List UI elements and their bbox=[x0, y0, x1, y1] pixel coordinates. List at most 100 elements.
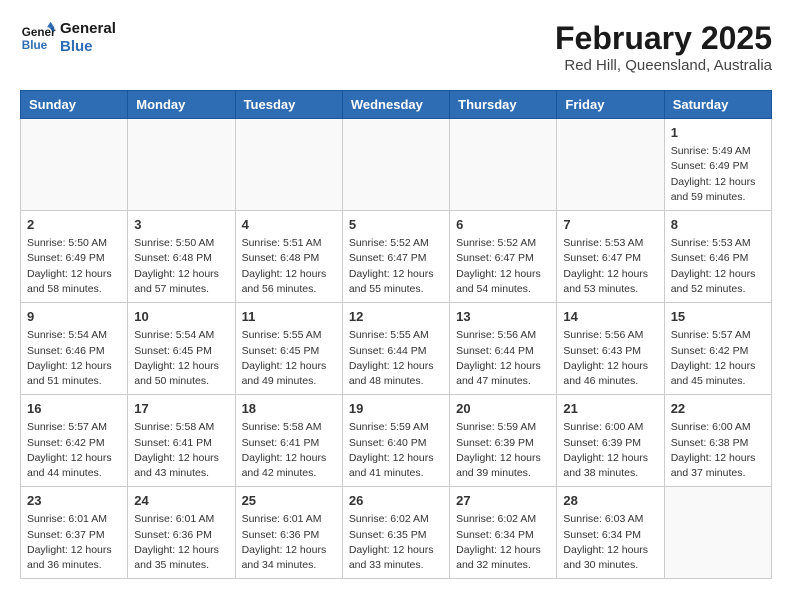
col-sunday: Sunday bbox=[21, 91, 128, 119]
table-row: 20 Sunrise: 5:59 AM Sunset: 6:39 PM Dayli… bbox=[450, 395, 557, 487]
day-info: Sunrise: 5:59 AM Sunset: 6:39 PM Dayligh… bbox=[456, 420, 550, 481]
day-info: Sunrise: 5:57 AM Sunset: 6:42 PM Dayligh… bbox=[27, 420, 121, 481]
table-row bbox=[664, 487, 771, 579]
day-info: Sunrise: 6:02 AM Sunset: 6:35 PM Dayligh… bbox=[349, 512, 443, 573]
day-number: 11 bbox=[242, 308, 336, 326]
day-number: 13 bbox=[456, 308, 550, 326]
location: Red Hill, Queensland, Australia bbox=[555, 57, 772, 74]
col-thursday: Thursday bbox=[450, 91, 557, 119]
calendar-header-row: Sunday Monday Tuesday Wednesday Thursday… bbox=[21, 91, 772, 119]
calendar-week-row: 9 Sunrise: 5:54 AM Sunset: 6:46 PM Daylig… bbox=[21, 303, 772, 395]
day-number: 8 bbox=[671, 216, 765, 234]
calendar-table: Sunday Monday Tuesday Wednesday Thursday… bbox=[20, 90, 772, 579]
table-row: 25 Sunrise: 6:01 AM Sunset: 6:36 PM Dayli… bbox=[235, 487, 342, 579]
table-row bbox=[557, 119, 664, 211]
day-number: 18 bbox=[242, 400, 336, 418]
table-row: 10Sunrise: 5:54 AM Sunset: 6:45 PM Dayli… bbox=[128, 303, 235, 395]
day-info: Sunrise: 5:53 AM Sunset: 6:46 PM Dayligh… bbox=[671, 236, 765, 297]
day-info: Sunrise: 6:01 AM Sunset: 6:36 PM Dayligh… bbox=[242, 512, 336, 573]
table-row: 2 Sunrise: 5:50 AM Sunset: 6:49 PM Daylig… bbox=[21, 211, 128, 303]
calendar-week-row: 16 Sunrise: 5:57 AM Sunset: 6:42 PM Dayli… bbox=[21, 395, 772, 487]
table-row: 1 Sunrise: 5:49 AM Sunset: 6:49 PM Daylig… bbox=[664, 119, 771, 211]
day-info: Sunrise: 5:56 AM Sunset: 6:44 PM Dayligh… bbox=[456, 328, 550, 389]
day-number: 26 bbox=[349, 492, 443, 510]
page-header: General Blue General Blue February 2025 … bbox=[20, 20, 772, 74]
day-number: 28 bbox=[563, 492, 657, 510]
title-area: February 2025 Red Hill, Queensland, Aust… bbox=[555, 20, 772, 74]
day-info: Sunrise: 5:51 AM Sunset: 6:48 PM Dayligh… bbox=[242, 236, 336, 297]
table-row: 26 Sunrise: 6:02 AM Sunset: 6:35 PM Dayli… bbox=[342, 487, 449, 579]
col-wednesday: Wednesday bbox=[342, 91, 449, 119]
day-info: Sunrise: 6:01 AM Sunset: 6:37 PM Dayligh… bbox=[27, 512, 121, 573]
day-number: 23 bbox=[27, 492, 121, 510]
table-row: 11Sunrise: 5:55 AM Sunset: 6:45 PM Dayli… bbox=[235, 303, 342, 395]
table-row bbox=[21, 119, 128, 211]
table-row: 9 Sunrise: 5:54 AM Sunset: 6:46 PM Daylig… bbox=[21, 303, 128, 395]
day-info: Sunrise: 6:01 AM Sunset: 6:36 PM Dayligh… bbox=[134, 512, 228, 573]
table-row: 27Sunrise: 6:02 AM Sunset: 6:34 PM Dayli… bbox=[450, 487, 557, 579]
day-number: 7 bbox=[563, 216, 657, 234]
table-row: 19Sunrise: 5:59 AM Sunset: 6:40 PM Dayli… bbox=[342, 395, 449, 487]
day-info: Sunrise: 5:57 AM Sunset: 6:42 PM Dayligh… bbox=[671, 328, 765, 389]
table-row: 16 Sunrise: 5:57 AM Sunset: 6:42 PM Dayli… bbox=[21, 395, 128, 487]
day-info: Sunrise: 5:54 AM Sunset: 6:46 PM Dayligh… bbox=[27, 328, 121, 389]
calendar-week-row: 23 Sunrise: 6:01 AM Sunset: 6:37 PM Dayli… bbox=[21, 487, 772, 579]
day-info: Sunrise: 5:49 AM Sunset: 6:49 PM Dayligh… bbox=[671, 144, 765, 205]
calendar-week-row: 2 Sunrise: 5:50 AM Sunset: 6:49 PM Daylig… bbox=[21, 211, 772, 303]
table-row: 21Sunrise: 6:00 AM Sunset: 6:39 PM Dayli… bbox=[557, 395, 664, 487]
logo-general: General bbox=[60, 20, 116, 38]
table-row: 14 Sunrise: 5:56 AM Sunset: 6:43 PM Dayli… bbox=[557, 303, 664, 395]
day-number: 15 bbox=[671, 308, 765, 326]
day-info: Sunrise: 6:02 AM Sunset: 6:34 PM Dayligh… bbox=[456, 512, 550, 573]
col-tuesday: Tuesday bbox=[235, 91, 342, 119]
day-info: Sunrise: 5:58 AM Sunset: 6:41 PM Dayligh… bbox=[242, 420, 336, 481]
day-info: Sunrise: 5:50 AM Sunset: 6:49 PM Dayligh… bbox=[27, 236, 121, 297]
day-number: 9 bbox=[27, 308, 121, 326]
table-row bbox=[235, 119, 342, 211]
day-number: 10 bbox=[134, 308, 228, 326]
table-row: 3 Sunrise: 5:50 AM Sunset: 6:48 PM Daylig… bbox=[128, 211, 235, 303]
day-number: 1 bbox=[671, 124, 765, 142]
day-info: Sunrise: 5:59 AM Sunset: 6:40 PM Dayligh… bbox=[349, 420, 443, 481]
day-info: Sunrise: 5:56 AM Sunset: 6:43 PM Dayligh… bbox=[563, 328, 657, 389]
table-row: 23 Sunrise: 6:01 AM Sunset: 6:37 PM Dayli… bbox=[21, 487, 128, 579]
col-monday: Monday bbox=[128, 91, 235, 119]
day-number: 2 bbox=[27, 216, 121, 234]
table-row: 4 Sunrise: 5:51 AM Sunset: 6:48 PM Daylig… bbox=[235, 211, 342, 303]
day-info: Sunrise: 5:55 AM Sunset: 6:44 PM Dayligh… bbox=[349, 328, 443, 389]
day-number: 16 bbox=[27, 400, 121, 418]
day-number: 4 bbox=[242, 216, 336, 234]
day-number: 12 bbox=[349, 308, 443, 326]
day-info: Sunrise: 6:00 AM Sunset: 6:39 PM Dayligh… bbox=[563, 420, 657, 481]
table-row: 8 Sunrise: 5:53 AM Sunset: 6:46 PM Daylig… bbox=[664, 211, 771, 303]
day-info: Sunrise: 5:52 AM Sunset: 6:47 PM Dayligh… bbox=[456, 236, 550, 297]
col-saturday: Saturday bbox=[664, 91, 771, 119]
logo-blue: Blue bbox=[60, 38, 116, 56]
day-number: 20 bbox=[456, 400, 550, 418]
day-info: Sunrise: 5:52 AM Sunset: 6:47 PM Dayligh… bbox=[349, 236, 443, 297]
logo: General Blue General Blue bbox=[20, 20, 116, 56]
table-row: 15 Sunrise: 5:57 AM Sunset: 6:42 PM Dayli… bbox=[664, 303, 771, 395]
day-number: 6 bbox=[456, 216, 550, 234]
table-row bbox=[128, 119, 235, 211]
day-number: 14 bbox=[563, 308, 657, 326]
table-row: 24 Sunrise: 6:01 AM Sunset: 6:36 PM Dayli… bbox=[128, 487, 235, 579]
svg-text:Blue: Blue bbox=[22, 39, 48, 52]
day-number: 17 bbox=[134, 400, 228, 418]
day-number: 3 bbox=[134, 216, 228, 234]
day-info: Sunrise: 5:58 AM Sunset: 6:41 PM Dayligh… bbox=[134, 420, 228, 481]
day-number: 24 bbox=[134, 492, 228, 510]
logo-icon: General Blue bbox=[20, 20, 56, 56]
day-info: Sunrise: 5:53 AM Sunset: 6:47 PM Dayligh… bbox=[563, 236, 657, 297]
table-row: 12 Sunrise: 5:55 AM Sunset: 6:44 PM Dayli… bbox=[342, 303, 449, 395]
day-number: 25 bbox=[242, 492, 336, 510]
table-row: 18 Sunrise: 5:58 AM Sunset: 6:41 PM Dayli… bbox=[235, 395, 342, 487]
table-row: 6 Sunrise: 5:52 AM Sunset: 6:47 PM Daylig… bbox=[450, 211, 557, 303]
table-row: 28 Sunrise: 6:03 AM Sunset: 6:34 PM Dayli… bbox=[557, 487, 664, 579]
table-row: 22Sunrise: 6:00 AM Sunset: 6:38 PM Dayli… bbox=[664, 395, 771, 487]
table-row: 5Sunrise: 5:52 AM Sunset: 6:47 PM Daylig… bbox=[342, 211, 449, 303]
table-row: 7 Sunrise: 5:53 AM Sunset: 6:47 PM Daylig… bbox=[557, 211, 664, 303]
calendar-week-row: 1 Sunrise: 5:49 AM Sunset: 6:49 PM Daylig… bbox=[21, 119, 772, 211]
day-info: Sunrise: 6:03 AM Sunset: 6:34 PM Dayligh… bbox=[563, 512, 657, 573]
day-info: Sunrise: 5:50 AM Sunset: 6:48 PM Dayligh… bbox=[134, 236, 228, 297]
